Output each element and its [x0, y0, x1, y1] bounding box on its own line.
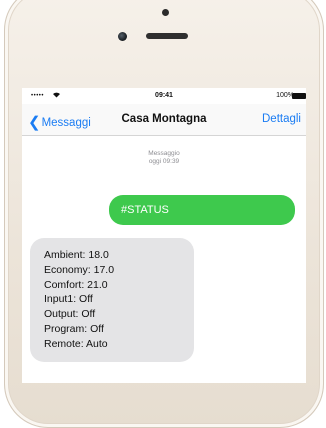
battery-icon [292, 93, 306, 99]
status-line-input1: Input1: Off [44, 293, 93, 306]
proximity-sensor [162, 9, 169, 16]
conversation-header: ❮Messaggi Casa Montagna Dettagli [22, 104, 306, 136]
details-button[interactable]: Dettagli [262, 113, 301, 125]
phone-screen: ••••• 09:41 100% ❮Messaggi Casa Montagna… [22, 88, 306, 383]
front-camera-icon [118, 32, 127, 41]
status-line-economy: Economy: 17.0 [44, 263, 115, 276]
status-line-program: Program: Off [44, 322, 104, 335]
status-time: 09:41 [155, 92, 173, 99]
message-time: oggi 09:39 [148, 158, 180, 165]
received-message-text: Ambient: 18.0 Economy: 17.0 Comfort: 21.… [44, 248, 114, 352]
received-message-bubble[interactable]: Ambient: 18.0 Economy: 17.0 Comfort: 21.… [30, 238, 194, 362]
sent-message-text: #STATUS [121, 204, 169, 216]
earpiece-speaker [146, 33, 188, 39]
status-line-comfort: Comfort: 21.0 [44, 278, 108, 291]
status-line-ambient: Ambient: 18.0 [44, 249, 109, 261]
status-line-remote: Remote: Auto [44, 337, 108, 350]
status-line-output: Output: Off [44, 308, 96, 321]
message-type-label: Messaggio [148, 150, 180, 157]
message-timestamp: Messaggio oggi 09:39 [22, 150, 306, 166]
sent-message-bubble[interactable]: #STATUS [109, 195, 295, 225]
status-bar: ••••• 09:41 100% [22, 88, 306, 104]
